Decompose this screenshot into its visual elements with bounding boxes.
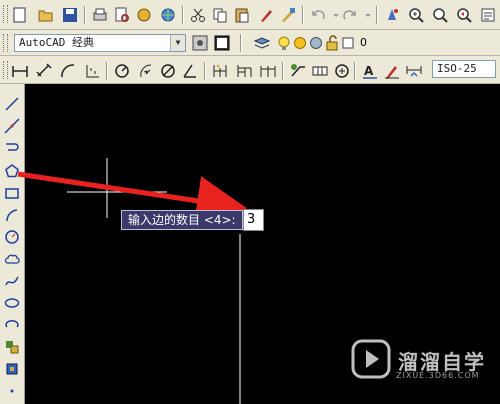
separator	[354, 62, 356, 80]
workspaces-layers-toolbar: AutoCAD 经典 ▼ 0	[0, 30, 500, 56]
workspace-settings-icon[interactable]	[190, 33, 210, 53]
paste-icon[interactable]	[232, 5, 252, 25]
copy-icon[interactable]	[210, 5, 230, 25]
toolbar-grip[interactable]	[3, 61, 8, 79]
watermark-url: ZIXUE.3D66.COM	[396, 371, 480, 380]
baseline-dimension-icon[interactable]	[234, 61, 254, 81]
linear-dimension-icon[interactable]	[10, 61, 30, 81]
publish-icon[interactable]	[134, 5, 154, 25]
dimension-style-value: ISO-25	[437, 62, 477, 75]
circle-tool-icon[interactable]	[2, 227, 22, 247]
rectangle-tool-icon[interactable]	[2, 183, 22, 203]
zoom-previous-icon[interactable]	[454, 5, 474, 25]
separator	[106, 62, 108, 80]
zoom-realtime-icon[interactable]	[406, 5, 426, 25]
quick-leader-icon[interactable]	[288, 61, 308, 81]
svg-text:A: A	[364, 64, 374, 78]
construction-line-icon[interactable]	[2, 116, 22, 136]
redo-dropdown-icon[interactable]	[358, 5, 378, 25]
plot-icon[interactable]	[90, 5, 110, 25]
ordinate-dimension-icon[interactable]	[82, 61, 102, 81]
dimension-style-dropdown[interactable]: ISO-25	[432, 60, 496, 78]
angular-dimension-icon[interactable]	[180, 61, 200, 81]
command-prompt-label: 输入边的数目 <4>:	[121, 210, 243, 230]
separator	[282, 62, 284, 80]
redo-icon[interactable]	[340, 5, 360, 25]
quick-dimension-icon[interactable]	[210, 61, 230, 81]
continue-dimension-icon[interactable]	[258, 61, 278, 81]
workspace-dropdown[interactable]: AutoCAD 经典 ▼	[14, 34, 186, 52]
dimension-toolbar: A ISO-25	[0, 56, 500, 84]
layer-color-swatch-icon	[338, 33, 358, 53]
separator	[240, 34, 242, 52]
layer-properties-icon[interactable]	[252, 33, 272, 53]
plot-preview-icon[interactable]	[112, 5, 132, 25]
spline-tool-icon[interactable]	[2, 271, 22, 291]
separator	[302, 6, 304, 24]
toolbar-grip[interactable]	[3, 34, 8, 52]
ellipse-tool-icon[interactable]	[2, 293, 22, 313]
jogged-dimension-icon[interactable]	[136, 61, 156, 81]
insert-block-icon[interactable]	[2, 337, 22, 357]
block-editor-icon[interactable]	[278, 5, 298, 25]
arc-tool-icon[interactable]	[2, 205, 22, 225]
match-properties-icon[interactable]	[256, 5, 276, 25]
draw-toolbar	[0, 84, 25, 404]
dimension-text-edit-icon[interactable]	[382, 61, 402, 81]
tolerance-icon[interactable]	[310, 61, 330, 81]
dimension-update-icon[interactable]	[404, 61, 424, 81]
arc-length-icon[interactable]	[58, 61, 78, 81]
center-mark-icon[interactable]	[332, 61, 352, 81]
properties-icon[interactable]	[478, 5, 498, 25]
line-tool-icon[interactable]	[2, 94, 22, 114]
watermark-logo-icon	[351, 339, 391, 379]
chevron-down-icon[interactable]: ▼	[170, 35, 185, 51]
toolbar-grip[interactable]	[3, 5, 8, 23]
cut-icon[interactable]	[188, 5, 208, 25]
separator	[84, 6, 86, 24]
current-layer-name[interactable]: 0	[360, 36, 367, 49]
clean-screen-icon[interactable]	[212, 33, 232, 53]
make-block-icon[interactable]	[2, 359, 22, 379]
dimension-edit-icon[interactable]: A	[360, 61, 380, 81]
separator	[376, 6, 378, 24]
point-tool-icon[interactable]	[2, 381, 22, 401]
aligned-dimension-icon[interactable]	[34, 61, 54, 81]
separator	[182, 6, 184, 24]
diameter-dimension-icon[interactable]	[158, 61, 178, 81]
ellipse-arc-icon[interactable]	[2, 315, 22, 335]
pan-realtime-icon[interactable]	[382, 5, 402, 25]
save-icon[interactable]	[60, 5, 80, 25]
separator	[204, 62, 206, 80]
standard-toolbar	[0, 0, 500, 30]
open-file-icon[interactable]	[36, 5, 56, 25]
undo-icon[interactable]	[308, 5, 328, 25]
zoom-window-icon[interactable]	[430, 5, 450, 25]
workspace-dropdown-value: AutoCAD 经典	[19, 36, 94, 49]
polygon-tool-icon[interactable]	[2, 161, 22, 181]
command-prompt-input[interactable]: 3	[243, 209, 264, 231]
radius-dimension-icon[interactable]	[112, 61, 132, 81]
polyline-tool-icon[interactable]	[2, 138, 22, 158]
revision-cloud-icon[interactable]	[2, 249, 22, 269]
web-publish-icon[interactable]	[158, 5, 178, 25]
new-file-icon[interactable]	[10, 5, 30, 25]
